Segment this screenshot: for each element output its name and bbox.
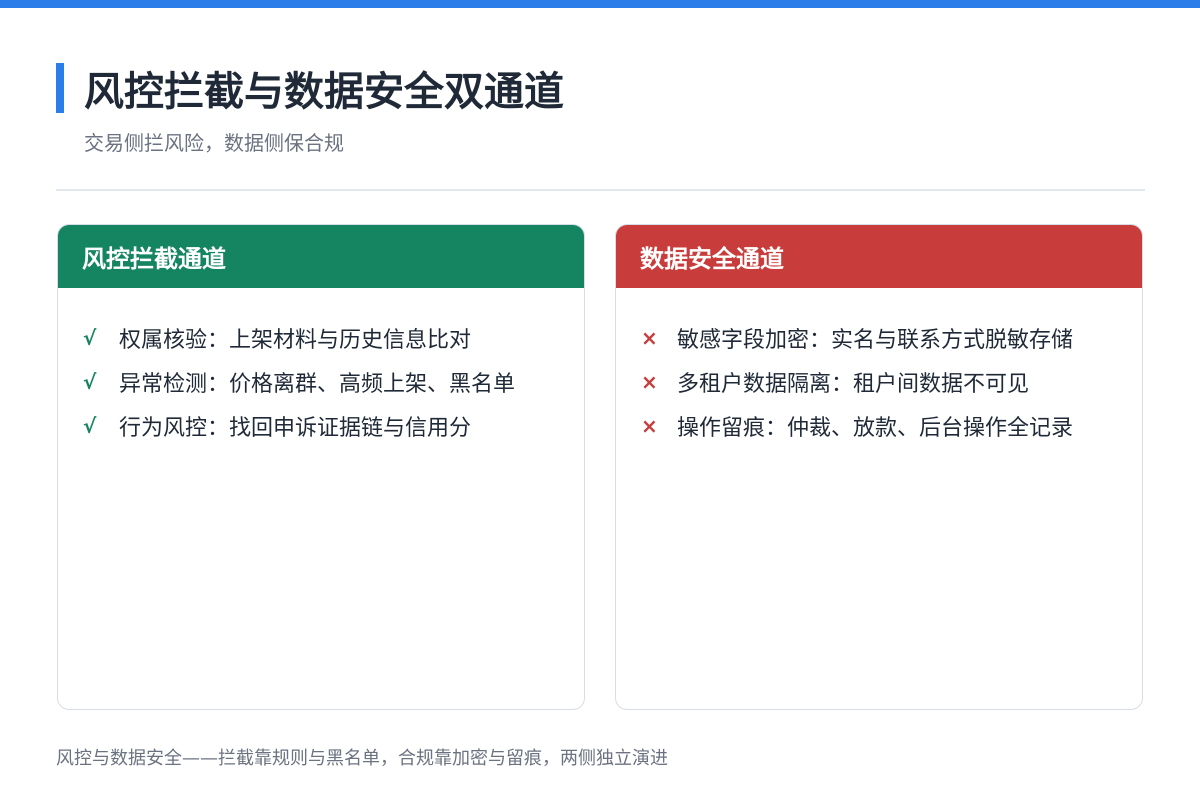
header-divider: [56, 189, 1145, 191]
list-item: × 操作留痕：仲裁、放款、后台操作全记录: [616, 404, 1142, 448]
data-security-header: 数据安全通道: [616, 225, 1142, 288]
top-accent-bar: [0, 0, 1200, 8]
list-item: √ 行为风控：找回申诉证据链与信用分: [58, 404, 584, 448]
risk-channel-title: 风控拦截通道: [82, 245, 226, 273]
risk-channel-card: 风控拦截通道 √ 权属核验：上架材料与历史信息比对 √ 异常检测：价格离群、高频…: [57, 224, 585, 710]
data-security-card: 数据安全通道 × 敏感字段加密：实名与联系方式脱敏存储 × 多租户数据隔离：租户…: [615, 224, 1143, 710]
page-title: 风控拦截与数据安全双通道: [84, 69, 564, 115]
list-item: √ 权属核验：上架材料与历史信息比对: [58, 316, 584, 360]
page-subtitle: 交易侧拦风险，数据侧保合规: [84, 131, 344, 155]
cross-icon: ×: [641, 370, 658, 394]
risk-channel-list: √ 权属核验：上架材料与历史信息比对 √ 异常检测：价格离群、高频上架、黑名单 …: [58, 288, 584, 448]
list-item-text: 行为风控：找回申诉证据链与信用分: [119, 416, 472, 441]
data-security-list: × 敏感字段加密：实名与联系方式脱敏存储 × 多租户数据隔离：租户间数据不可见 …: [616, 288, 1142, 448]
list-item-text: 敏感字段加密：实名与联系方式脱敏存储: [677, 328, 1074, 353]
title-accent-bar: [56, 63, 64, 113]
check-icon: √: [83, 414, 97, 438]
cross-icon: ×: [641, 326, 658, 350]
cross-icon: ×: [641, 414, 658, 438]
list-item: √ 异常检测：价格离群、高频上架、黑名单: [58, 360, 584, 404]
list-item-text: 操作留痕：仲裁、放款、后台操作全记录: [677, 416, 1074, 441]
risk-channel-header: 风控拦截通道: [58, 225, 584, 288]
list-item-text: 多租户数据隔离：租户间数据不可见: [677, 372, 1030, 397]
list-item: × 多租户数据隔离：租户间数据不可见: [616, 360, 1142, 404]
check-icon: √: [83, 370, 97, 394]
list-item-text: 异常检测：价格离群、高频上架、黑名单: [119, 372, 516, 397]
list-item-text: 权属核验：上架材料与历史信息比对: [119, 328, 472, 353]
list-item: × 敏感字段加密：实名与联系方式脱敏存储: [616, 316, 1142, 360]
check-icon: √: [83, 326, 97, 350]
footer-note: 风控与数据安全——拦截靠规则与黑名单，合规靠加密与留痕，两侧独立演进: [56, 748, 668, 769]
data-security-title: 数据安全通道: [640, 245, 784, 273]
